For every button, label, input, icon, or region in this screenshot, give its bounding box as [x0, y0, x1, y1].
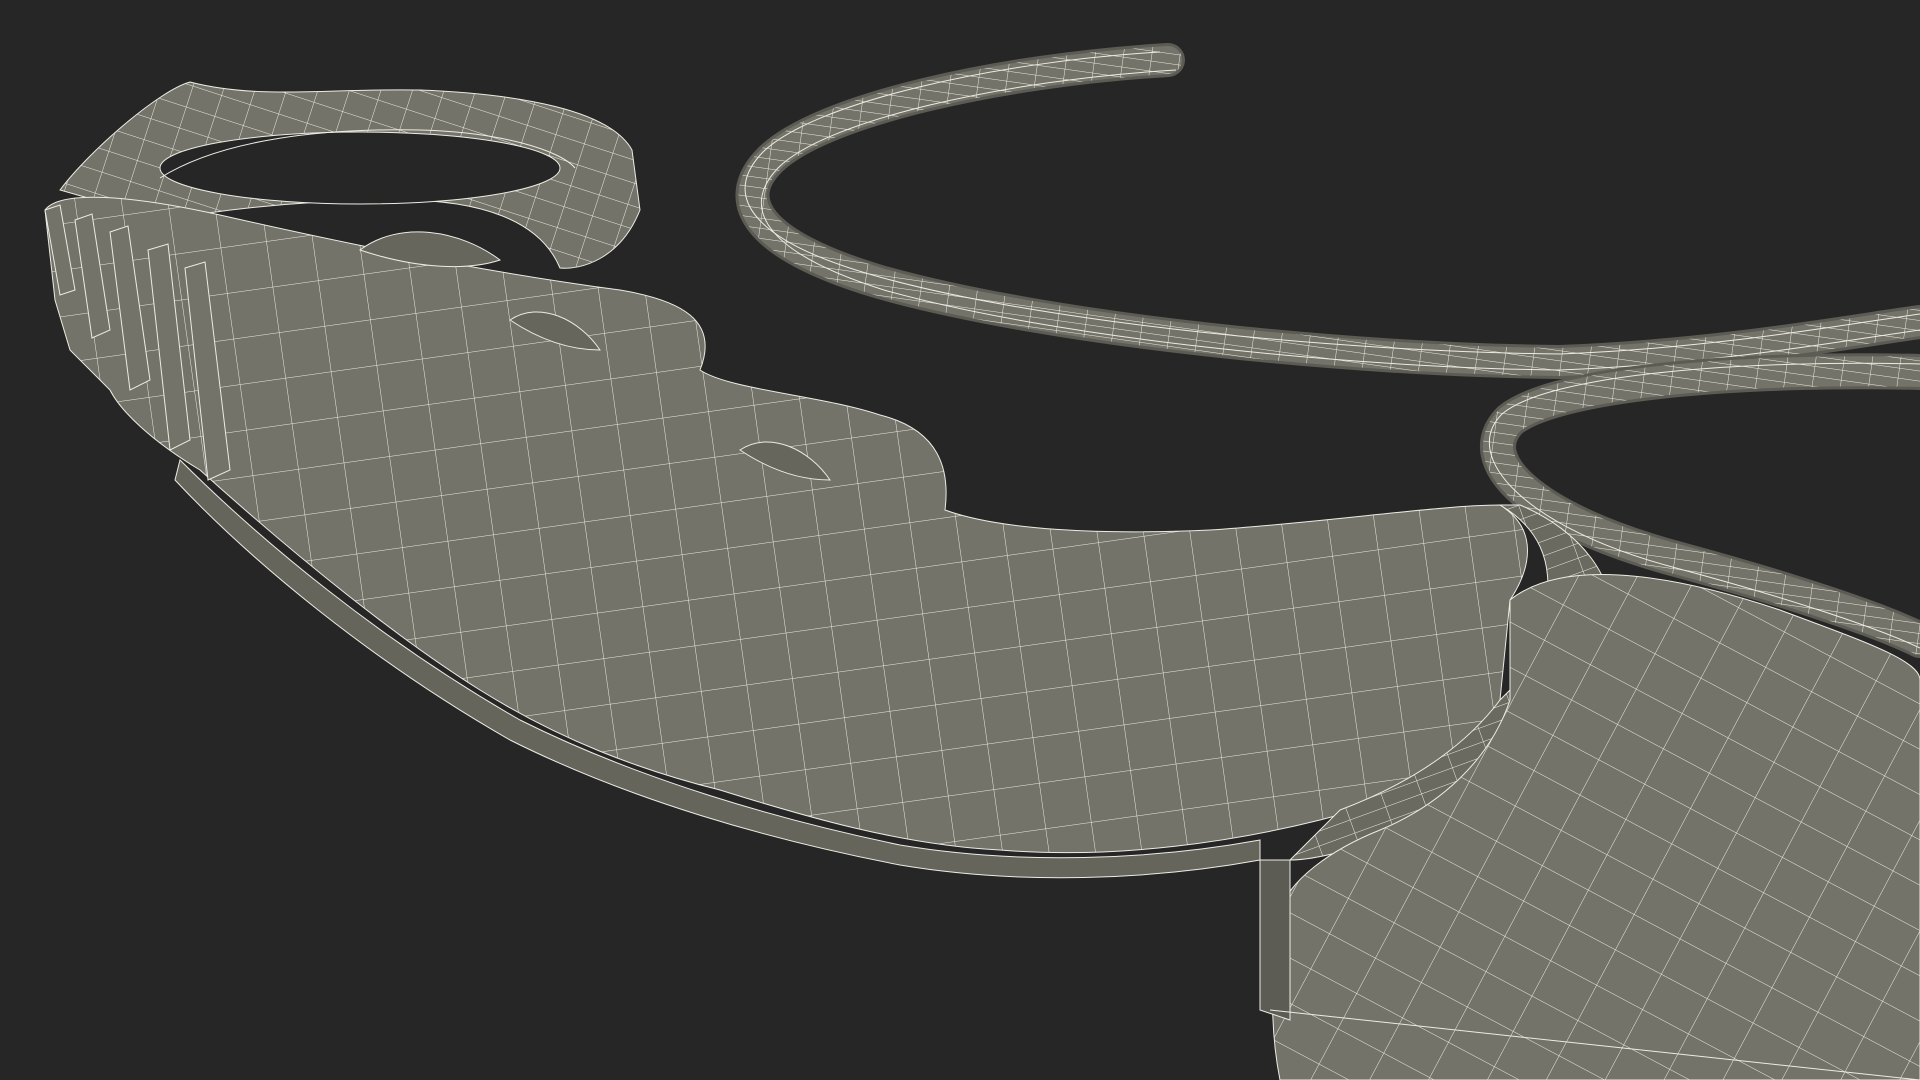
cord-upper — [735, 43, 1920, 380]
handle-body — [44, 196, 1528, 879]
wireframe-model-render — [44, 43, 1920, 1080]
viewport — [0, 0, 1920, 1080]
